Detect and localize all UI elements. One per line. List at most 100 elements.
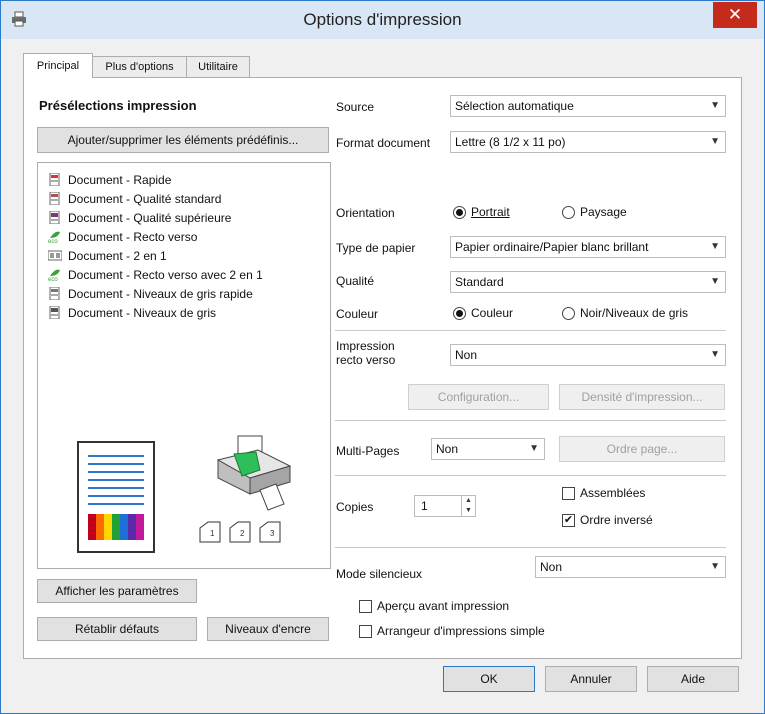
preset-label: Document - Recto verso <box>68 230 198 244</box>
quiet-mode-value: Non <box>540 560 563 574</box>
paper-type-select[interactable]: Papier ordinaire/Papier blanc brillant ▼ <box>450 236 726 258</box>
collate-checkbox[interactable] <box>562 487 575 500</box>
portrait-radio[interactable] <box>453 206 466 219</box>
quality-value: Standard <box>455 275 504 289</box>
help-button[interactable]: Aide <box>647 666 739 692</box>
document-high-icon <box>49 211 60 224</box>
preset-label: Document - Rapide <box>68 173 172 187</box>
source-select[interactable]: Sélection automatique ▼ <box>450 95 726 117</box>
two-up-icon <box>48 250 62 261</box>
grayscale-option-label: Noir/Niveaux de gris <box>580 306 689 320</box>
chevron-down-icon: ▼ <box>710 136 720 147</box>
eco-icon: eco <box>48 269 60 281</box>
grayscale-radio[interactable] <box>562 307 575 320</box>
title-bar: Options d'impression ✕ <box>1 1 764 39</box>
divider <box>335 420 726 421</box>
multipage-value: Non <box>436 442 459 456</box>
reverse-order-label: Ordre inversé <box>580 513 653 527</box>
svg-text:3: 3 <box>270 529 275 538</box>
preset-label: Document - 2 en 1 <box>68 249 167 263</box>
preset-label: Document - Recto verso avec 2 en 1 <box>68 268 263 282</box>
tab-utilitaire[interactable]: Utilitaire <box>186 56 250 77</box>
preset-item[interactable]: eco Document - Recto verso <box>48 230 197 247</box>
orientation-label: Orientation <box>336 206 395 220</box>
preview-checkbox[interactable] <box>359 600 372 613</box>
document-standard-icon <box>49 192 60 205</box>
divider <box>335 547 726 548</box>
preview-label: Aperçu avant impression <box>377 599 510 613</box>
chevron-down-icon: ▼ <box>710 561 720 572</box>
copies-label: Copies <box>336 500 374 514</box>
preset-item[interactable]: eco Document - Recto verso avec 2 en 1 <box>48 268 263 285</box>
source-label: Source <box>336 100 375 114</box>
preset-item[interactable]: Document - Niveaux de gris rapide <box>48 287 253 304</box>
preset-item[interactable]: Document - Rapide <box>48 173 171 190</box>
quality-select[interactable]: Standard ▼ <box>450 271 726 293</box>
portrait-label: Portrait <box>471 205 510 219</box>
preset-item[interactable]: Document - Niveaux de gris <box>48 306 216 323</box>
color-label: Couleur <box>336 307 379 321</box>
color-radio[interactable] <box>453 307 466 320</box>
arranger-checkbox[interactable] <box>359 625 372 638</box>
tab-principal[interactable]: Principal <box>23 53 93 78</box>
landscape-radio[interactable] <box>562 206 575 219</box>
copy-order-icons: 1 2 3 <box>199 521 281 543</box>
duplex-select[interactable]: Non ▼ <box>450 344 726 366</box>
page-order-button[interactable]: Ordre page... <box>559 436 725 462</box>
format-value: Lettre (8 1/2 x 11 po) <box>455 135 566 149</box>
divider <box>335 475 726 476</box>
duplex-label-line1: Impression <box>336 339 395 353</box>
svg-text:eco: eco <box>48 277 58 281</box>
ok-button[interactable]: OK <box>443 666 535 692</box>
cancel-button[interactable]: Annuler <box>545 666 637 692</box>
close-button[interactable]: ✕ <box>713 2 757 28</box>
landscape-label: Paysage <box>580 205 627 219</box>
duplex-label: Impression recto verso <box>336 339 395 367</box>
show-settings-button[interactable]: Afficher les paramètres <box>37 579 197 603</box>
duplex-value: Non <box>455 348 478 362</box>
grayscale-fast-icon <box>49 287 60 300</box>
chevron-down-icon: ▼ <box>710 276 720 287</box>
spinner-arrows-icon[interactable]: ▲ ▼ <box>461 496 475 516</box>
duplex-label-line2: recto verso <box>336 353 396 367</box>
document-fast-icon <box>49 173 60 186</box>
quality-label: Qualité <box>336 274 375 288</box>
manage-presets-button[interactable]: Ajouter/supprimer les éléments prédéfini… <box>37 127 329 153</box>
window-title: Options d'impression <box>303 10 462 29</box>
paper-type-label: Type de papier <box>336 241 416 255</box>
preset-label: Document - Niveaux de gris <box>68 306 217 320</box>
presets-list[interactable]: Document - Rapide Document - Qualité sta… <box>37 162 331 422</box>
preset-label: Document - Niveaux de gris rapide <box>68 287 253 301</box>
tab-plus-options[interactable]: Plus d'options <box>91 56 188 77</box>
chevron-down-icon: ▼ <box>529 443 539 454</box>
eco-icon: eco <box>48 231 60 243</box>
grayscale-icon <box>49 306 60 319</box>
multipage-select[interactable]: Non ▼ <box>431 438 545 460</box>
ink-levels-button[interactable]: Niveaux d'encre <box>207 617 329 641</box>
copies-stepper[interactable]: 1 ▲ ▼ <box>414 495 476 517</box>
paper-type-value: Papier ordinaire/Papier blanc brillant <box>455 240 649 254</box>
density-button[interactable]: Densité d'impression... <box>559 384 725 410</box>
presets-heading: Présélections impression <box>39 98 197 113</box>
preset-item[interactable]: Document - 2 en 1 <box>48 249 167 266</box>
preset-label: Document - Qualité supérieure <box>68 211 232 225</box>
page-preview-icon <box>77 441 155 553</box>
format-select[interactable]: Lettre (8 1/2 x 11 po) ▼ <box>450 131 726 153</box>
copies-value: 1 <box>421 499 428 513</box>
restore-defaults-button[interactable]: Rétablir défauts <box>37 617 197 641</box>
reverse-order-checkbox[interactable]: ✔ <box>562 514 575 527</box>
collate-label: Assemblées <box>580 486 646 500</box>
layout-preview: 1 2 3 <box>77 435 292 553</box>
preset-item[interactable]: Document - Qualité supérieure <box>48 211 231 228</box>
format-label: Format document <box>336 136 431 150</box>
chevron-down-icon: ▼ <box>710 100 720 111</box>
print-options-dialog: Options d'impression ✕ Principal Plus d'… <box>0 0 765 714</box>
quiet-mode-select[interactable]: Non ▼ <box>535 556 726 578</box>
printer-preview-icon <box>216 435 292 511</box>
svg-text:1: 1 <box>210 529 215 538</box>
configuration-button[interactable]: Configuration... <box>408 384 549 410</box>
divider <box>335 330 726 331</box>
quiet-mode-label: Mode silencieux <box>336 567 423 581</box>
preset-item[interactable]: Document - Qualité standard <box>48 192 221 209</box>
preset-label: Document - Qualité standard <box>68 192 222 206</box>
